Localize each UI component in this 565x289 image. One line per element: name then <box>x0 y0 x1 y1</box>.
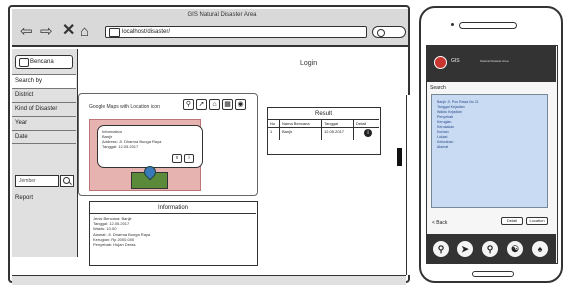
result-list[interactable]: Banjir Jl. Pos Rawa No 21 Tanggal Kejadi… <box>431 94 548 208</box>
column-header: Tanggal <box>322 120 354 128</box>
sidebar-item-kind-of-disaster[interactable]: Kind of Disaster <box>12 102 76 116</box>
status-bar <box>12 275 406 285</box>
logo-text: Bencana <box>30 59 54 65</box>
list-item[interactable]: Waktu Kejadian <box>437 110 462 114</box>
forward-arrow-icon[interactable]: ⇨ <box>40 24 53 39</box>
app-logo-icon <box>434 56 447 69</box>
sidebar-search-input[interactable]: Jember <box>15 175 59 187</box>
back-arrow-icon[interactable]: ⇦ <box>20 24 33 39</box>
home-icon[interactable]: ⌂ <box>209 99 220 110</box>
popup-info-button[interactable]: i <box>184 154 194 163</box>
mobile-phone: GIS Natural Disaster Area Search Banjir … <box>419 6 563 283</box>
list-item[interactable]: Penyebab <box>437 115 453 119</box>
home-button[interactable] <box>472 271 514 277</box>
column-header: Detail <box>354 120 379 128</box>
column-header: Nama Bencana <box>280 120 322 128</box>
close-icon[interactable]: ✕ <box>62 23 75 39</box>
phone-screen: GIS Natural Disaster Area Search Banjir … <box>426 45 558 264</box>
sidebar-item-year[interactable]: Year <box>12 116 76 130</box>
search-icon[interactable]: ⚲ <box>482 241 498 257</box>
table-cell: 12.05.2017 <box>322 128 354 140</box>
sidebar-search-button[interactable] <box>60 175 74 187</box>
share-icon[interactable]: ☯ <box>507 241 523 257</box>
grid-icon[interactable]: ▦ <box>222 99 233 110</box>
result-panel: Result No Nama Bencana Tanggal Detail 1 … <box>267 107 381 155</box>
popup-line: Tanggal: 12.05.2017 <box>102 144 139 149</box>
list-item[interactable]: Tanggal Kejadian <box>437 105 465 109</box>
earpiece <box>459 22 517 29</box>
url-input[interactable]: localhost/disaster/ <box>105 26 367 38</box>
result-title: Result <box>268 108 379 120</box>
location-icon[interactable]: ⚲ <box>433 241 449 257</box>
camera-icon <box>451 23 454 26</box>
detail-button[interactable]: Detail <box>501 217 523 225</box>
app-subtitle: Natural Disaster Area <box>480 59 509 63</box>
location-pin-icon[interactable]: ⚲ <box>183 99 194 110</box>
table-cell: Banjir <box>280 128 322 140</box>
list-item[interactable]: Korban <box>437 130 449 134</box>
location-button[interactable]: Location <box>526 217 548 225</box>
login-link[interactable]: Login <box>300 60 317 67</box>
table-cell: 1 <box>268 128 280 140</box>
url-text: localhost/disaster/ <box>122 29 171 35</box>
information-title: Information <box>90 202 256 214</box>
column-header: No <box>268 120 280 128</box>
map-info-popup: Information Banjir Address: Jl. Dharma B… <box>97 125 203 168</box>
list-item[interactable]: Banjir Jl. Pos Rawa No 21 <box>437 100 479 104</box>
info-icon[interactable]: i <box>364 129 372 137</box>
back-button[interactable]: < Back <box>432 220 447 226</box>
scrollbar-thumb[interactable] <box>397 147 402 166</box>
list-item[interactable]: Kerugian <box>437 120 451 124</box>
user-icon[interactable]: ♠ <box>532 241 548 257</box>
app-logo[interactable]: Bencana <box>15 55 73 69</box>
browser-search-button[interactable] <box>372 26 406 38</box>
sidebar-item-report[interactable]: Report <box>12 192 76 206</box>
bottom-tab-bar: ⚲ ➤ ⚲ ☯ ♠ <box>427 234 556 264</box>
popup-close-button[interactable]: x <box>172 154 182 163</box>
page-scrollbar[interactable] <box>406 95 412 275</box>
navigation-icon[interactable]: ➤ <box>457 241 473 257</box>
sidebar-item-date[interactable]: Date <box>12 130 76 144</box>
home-icon[interactable]: ⌂ <box>80 24 89 39</box>
logo-icon <box>19 58 29 67</box>
arrow-icon[interactable]: ➚ <box>196 99 207 110</box>
window-title: GIS Natural Disaster Area <box>187 12 257 18</box>
title-bar: GIS Natural Disaster Area ⇦ ⇨ ✕ ⌂ localh… <box>12 9 408 47</box>
list-item[interactable]: Alamat <box>437 145 448 149</box>
list-item[interactable]: Kerusakan <box>437 125 454 129</box>
list-item[interactable]: Lokasi <box>437 135 447 139</box>
information-panel: Information Jenis Bencana: Banjir Tangga… <box>89 201 258 266</box>
map-label: Google Maps with Location icon <box>89 104 160 110</box>
sidebar-item-search-by[interactable]: Search by <box>12 74 76 88</box>
search-icon <box>377 29 385 37</box>
search-label: Search <box>430 85 446 91</box>
sidebar: Bencana Search by District Kind of Disas… <box>12 49 78 257</box>
page-icon <box>109 28 120 37</box>
info-line: Penyebab: Hujan Deras <box>93 242 136 248</box>
information-body: Jenis Bencana: Banjir Tanggal: 12.05.201… <box>93 216 150 247</box>
sidebar-item-district[interactable]: District <box>12 88 76 102</box>
eye-icon[interactable]: ◉ <box>235 99 246 110</box>
list-item[interactable]: Kelurahan <box>437 140 453 144</box>
app-title: GIS <box>451 58 460 64</box>
app-header: GIS Natural Disaster Area <box>427 46 556 82</box>
